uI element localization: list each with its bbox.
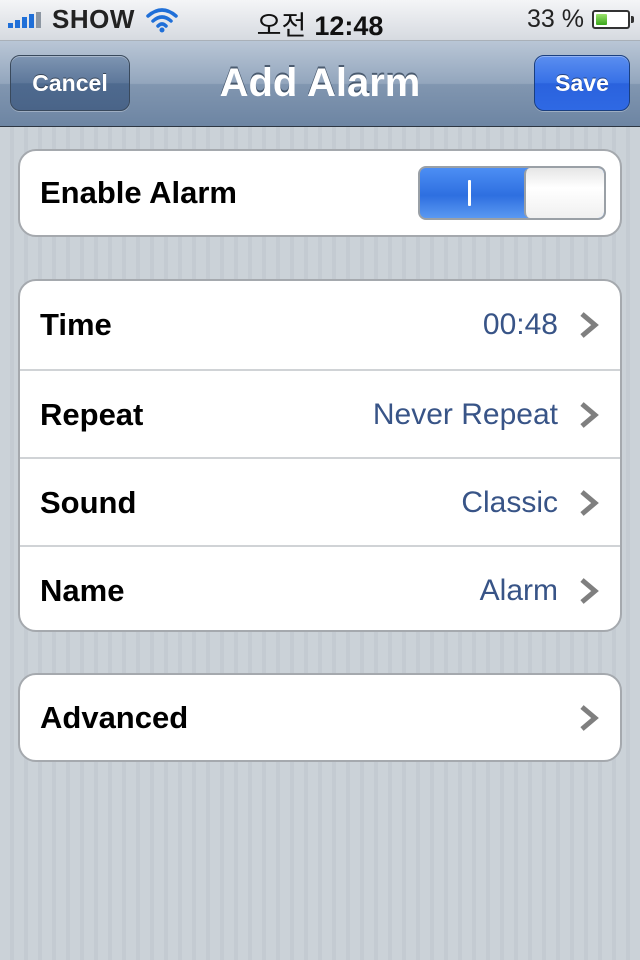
- alarm-settings-group: Time 00:48 Repeat Never Repeat Sound Cla…: [18, 279, 622, 632]
- advanced-group: Advanced: [18, 673, 622, 762]
- status-bar: SHOW 오전 12:48 33 %: [0, 0, 640, 41]
- enable-alarm-label: Enable Alarm: [40, 175, 237, 210]
- battery-level-fill: [596, 14, 608, 25]
- battery-percent: 33 %: [527, 5, 584, 33]
- enable-alarm-group: Enable Alarm: [18, 149, 622, 237]
- toggle-on-indicator: [468, 180, 471, 206]
- page-title: Add Alarm: [219, 61, 421, 105]
- time-row[interactable]: Time 00:48: [20, 281, 620, 369]
- repeat-value: Never Repeat: [372, 398, 558, 431]
- time-value: 00:48: [482, 308, 558, 341]
- time-value: 12:48: [314, 11, 384, 41]
- cancel-button[interactable]: Cancel: [10, 55, 130, 111]
- advanced-row[interactable]: Advanced: [20, 675, 620, 760]
- toggle-knob[interactable]: [524, 168, 604, 218]
- navigation-bar: Cancel Add Alarm Save: [0, 41, 640, 127]
- save-button[interactable]: Save: [534, 55, 630, 111]
- enable-alarm-toggle[interactable]: [418, 166, 606, 220]
- name-label: Name: [40, 573, 125, 608]
- chevron-right-icon: [580, 312, 599, 338]
- sound-row[interactable]: Sound Classic: [20, 457, 620, 545]
- chevron-right-icon: [580, 705, 599, 731]
- chevron-right-icon: [580, 578, 599, 604]
- time-label: Time: [40, 307, 112, 342]
- repeat-row[interactable]: Repeat Never Repeat: [20, 369, 620, 457]
- sound-value: Classic: [461, 486, 558, 519]
- advanced-label: Advanced: [40, 700, 189, 735]
- chevron-right-icon: [580, 490, 599, 516]
- name-row[interactable]: Name Alarm: [20, 545, 620, 630]
- enable-alarm-row: Enable Alarm: [20, 151, 620, 235]
- name-value: Alarm: [479, 574, 558, 607]
- repeat-label: Repeat: [40, 397, 144, 432]
- battery-icon: [592, 10, 634, 29]
- time-period: 오전: [256, 11, 307, 41]
- chevron-right-icon: [580, 402, 599, 428]
- sound-label: Sound: [40, 485, 137, 520]
